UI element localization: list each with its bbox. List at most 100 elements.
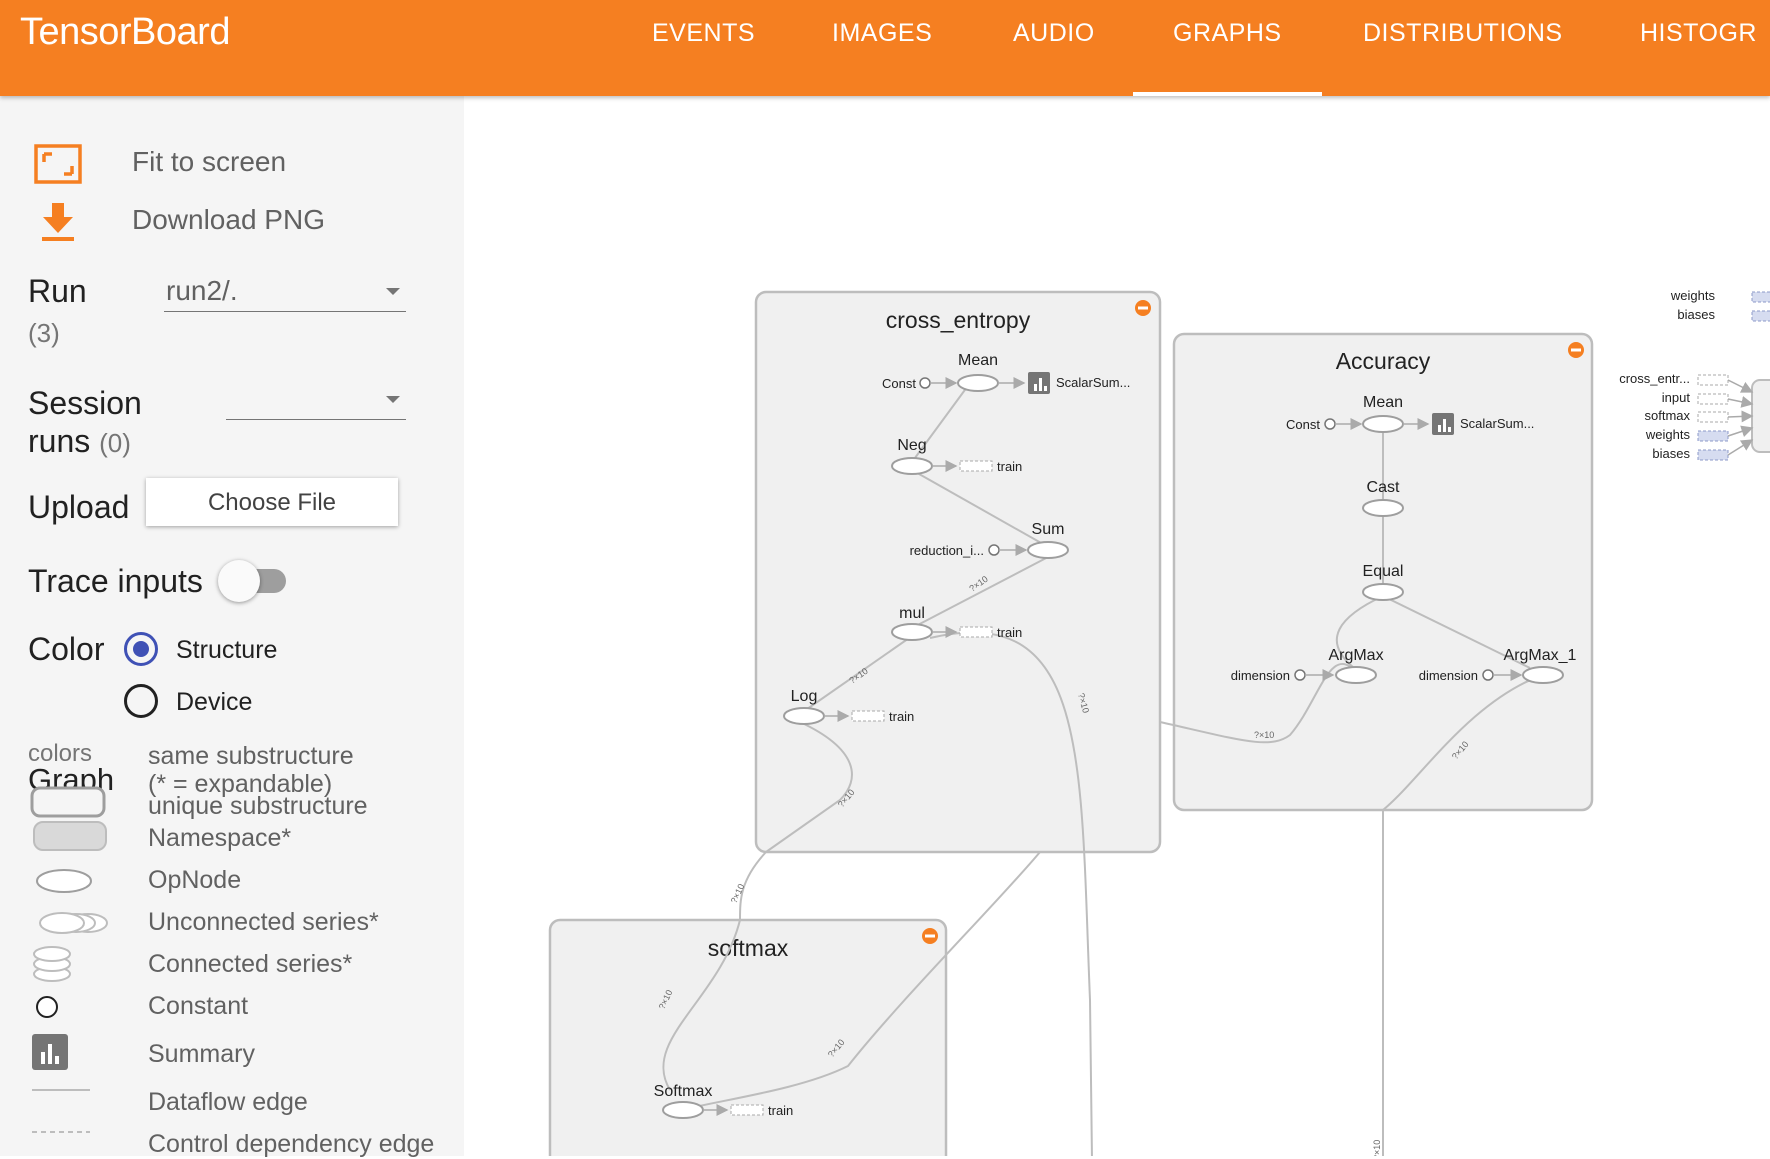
neg-label: Neg (897, 437, 926, 454)
side-input-cross-entropy-label: cross_entr... (1619, 371, 1690, 386)
minus-icon (1138, 306, 1148, 310)
constant-icon (36, 996, 58, 1018)
legend-opnode: OpNode (148, 866, 242, 894)
partial-namespace-node[interactable] (1751, 379, 1770, 453)
tab-images[interactable]: IMAGES (832, 0, 932, 96)
graph-canvas[interactable]: cross_entropy Accuracy softmax Mean Cons… (464, 96, 1770, 1156)
tab-events[interactable]: EVENTS (652, 0, 755, 96)
tab-audio[interactable]: AUDIO (1013, 0, 1095, 96)
argmax-label: ArgMax (1328, 647, 1383, 664)
session-runs-select[interactable] (226, 382, 406, 420)
log-label: Log (791, 688, 818, 705)
equal-label: Equal (1363, 563, 1404, 580)
const-node[interactable] (1324, 418, 1336, 430)
side-input-biases-label: biases (1652, 446, 1690, 461)
sum-label: Sum (1032, 521, 1065, 538)
session-count: (0) (99, 428, 131, 458)
dimension-label: dimension (1231, 668, 1290, 683)
tab-histograms[interactable]: HISTOGR (1640, 0, 1757, 96)
train-node[interactable] (851, 710, 885, 722)
session-runs-word: runs (28, 423, 91, 459)
choose-file-button[interactable]: Choose File (146, 478, 398, 526)
dimension-const-node[interactable] (1294, 669, 1306, 681)
color-structure-radio[interactable] (124, 632, 158, 666)
argmax-node[interactable] (1335, 666, 1377, 684)
minus-icon (1571, 348, 1581, 352)
softmax-title: softmax (708, 935, 789, 961)
download-png-label: Download PNG (132, 204, 325, 235)
mean-node[interactable] (957, 374, 999, 392)
legend-summary: Summary (148, 1040, 255, 1068)
trace-inputs-label: Trace inputs (28, 563, 203, 599)
fit-screen-icon (32, 142, 84, 186)
side-input-cross-entropy-node[interactable] (1697, 374, 1729, 386)
session-runs-label: runs (0) (28, 422, 131, 462)
cast-label: Cast (1367, 479, 1400, 496)
side-input-weights-label: weights (1645, 427, 1691, 442)
fit-to-screen-button[interactable]: Fit to screen (32, 142, 286, 186)
side-input-weights-node[interactable] (1697, 430, 1729, 442)
equal-node[interactable] (1362, 583, 1404, 601)
softmax-node[interactable] (662, 1101, 704, 1119)
sum-node[interactable] (1027, 541, 1069, 559)
mean-node[interactable] (1362, 415, 1404, 433)
summary-icon (32, 1034, 68, 1070)
summary-icon[interactable] (1432, 413, 1454, 435)
legend-connected-series: Connected series* (148, 950, 353, 978)
side-input-weights-node[interactable] (1751, 291, 1770, 303)
tab-distributions[interactable]: DISTRIBUTIONS (1363, 0, 1563, 96)
cross-entropy-title: cross_entropy (886, 307, 1031, 333)
control-edge-icon (32, 1131, 90, 1133)
legend-dataflow-edge: Dataflow edge (148, 1088, 308, 1116)
namespace-softmax[interactable]: softmax (548, 918, 948, 1156)
cast-node[interactable] (1362, 499, 1404, 517)
dimension-const-node[interactable] (1482, 669, 1494, 681)
session-label: Session (28, 385, 142, 421)
legend-unique-substructure: unique substructure (148, 792, 368, 820)
const-label: Const (1286, 417, 1320, 432)
mul-label: mul (899, 605, 925, 622)
train-node[interactable] (730, 1104, 764, 1116)
legend-constant: Constant (148, 992, 249, 1020)
connected-series-icon (33, 946, 71, 982)
color-structure-label: Structure (176, 636, 278, 664)
download-png-button[interactable]: Download PNG (32, 200, 325, 244)
train-node[interactable] (959, 626, 993, 638)
run-count: (3) (28, 318, 60, 348)
trace-inputs-toggle[interactable] (218, 560, 290, 602)
side-inputs-mid: cross_entr... input softmax weights bias… (1619, 371, 1770, 461)
reduction-const-node[interactable] (988, 544, 1000, 556)
const-node[interactable] (919, 377, 931, 389)
color-device-radio[interactable] (124, 684, 158, 718)
download-icon (32, 200, 84, 244)
edge-shape-label: ?×10 (1372, 1140, 1382, 1156)
run-label: Run (28, 273, 87, 309)
mul-node[interactable] (891, 623, 933, 641)
minus-icon (925, 934, 935, 938)
side-input-softmax-node[interactable] (1697, 411, 1729, 423)
side-input-biases-label: biases (1677, 307, 1715, 322)
neg-node[interactable] (891, 457, 933, 475)
scalar-summary-label: ScalarSum... (1460, 416, 1534, 431)
unique-substructure-swatch (30, 786, 106, 818)
train-label: train (997, 459, 1022, 474)
tab-graphs[interactable]: GRAPHS (1133, 0, 1322, 96)
side-input-biases-node[interactable] (1697, 449, 1729, 461)
log-node[interactable] (783, 707, 825, 725)
summary-icon[interactable] (1028, 372, 1050, 394)
legend-control-edge: Control dependency edge (148, 1130, 435, 1158)
chevron-down-icon (386, 288, 400, 295)
train-node[interactable] (959, 460, 993, 472)
upload-label: Upload (28, 489, 130, 525)
dataflow-edge-icon (32, 1089, 90, 1091)
app-title: TensorBoard (20, 11, 230, 53)
side-input-input-label: input (1662, 390, 1691, 405)
softmax-node-label: Softmax (654, 1083, 713, 1100)
run-select[interactable]: run2/. (164, 274, 406, 312)
color-label: Color (28, 631, 105, 667)
side-input-biases-node[interactable] (1751, 310, 1770, 322)
argmax1-node[interactable] (1522, 666, 1564, 684)
graph-svg[interactable]: cross_entropy Accuracy softmax Mean Cons… (464, 96, 1770, 1156)
edge-shape-label: ?×10 (1254, 730, 1274, 740)
side-input-input-node[interactable] (1697, 393, 1729, 405)
